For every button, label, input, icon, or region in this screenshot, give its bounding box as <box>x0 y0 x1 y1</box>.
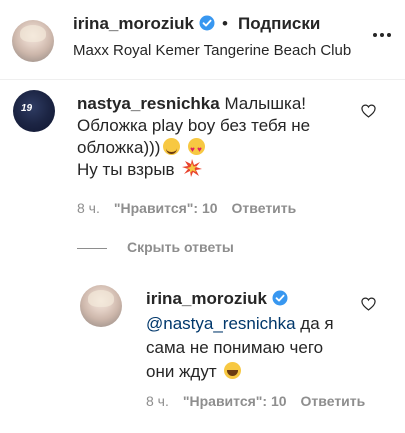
reply-username[interactable]: irina_moroziuk <box>146 289 288 309</box>
reply-time[interactable]: 8 ч. <box>146 393 169 409</box>
toggle-divider-line <box>77 248 107 249</box>
more-options-icon[interactable] <box>372 25 392 45</box>
reply-username-label[interactable]: irina_moroziuk <box>146 289 267 308</box>
header-username[interactable]: irina_moroziuk <box>73 14 215 34</box>
comment-meta: 8 ч. "Нравится": 10 Ответить <box>77 200 310 216</box>
verified-badge-icon <box>272 290 288 306</box>
reply-avatar[interactable] <box>80 285 122 327</box>
avatar-jersey-number: 19 <box>21 103 33 114</box>
reply-reply-button[interactable]: Ответить <box>301 393 366 409</box>
post-header: irina_moroziuk • Подписки Maxx Royal Kem… <box>0 0 405 80</box>
tears-of-joy-emoji-icon <box>224 362 242 379</box>
comment-avatar[interactable]: 19 <box>13 90 55 132</box>
smiling-blush-emoji-icon <box>163 138 181 155</box>
location-link[interactable]: Maxx Royal Kemer Tangerine Beach Club <box>73 42 351 59</box>
reply-line-3: они ждут <box>146 362 217 381</box>
reply-line-1: да я <box>295 314 334 333</box>
hide-replies-label[interactable]: Скрыть ответы <box>127 239 234 255</box>
verified-badge-icon <box>199 15 215 31</box>
reply-body: @nastya_resnichka да я сама не понимаю ч… <box>146 312 346 384</box>
comment-line-3: обложка))) <box>77 138 161 157</box>
mention-link[interactable]: @nastya_resnichka <box>146 314 296 333</box>
comment-body: nastya_resnichka Малышка! Обложка play b… <box>77 93 357 181</box>
collision-emoji-icon <box>182 159 203 177</box>
comment-time[interactable]: 8 ч. <box>77 200 100 216</box>
comment-line-4: Ну ты взрыв <box>77 160 175 179</box>
following-button[interactable]: Подписки <box>238 14 320 34</box>
avatar[interactable] <box>12 20 54 62</box>
reply-meta: 8 ч. "Нравится": 10 Ответить <box>146 393 379 409</box>
header-username-label[interactable]: irina_moroziuk <box>73 14 194 33</box>
comment-likes-count[interactable]: "Нравится": 10 <box>114 200 218 216</box>
like-heart-icon[interactable] <box>361 104 376 118</box>
heart-eyes-emoji-icon <box>188 138 206 161</box>
reply-line-2: сама не понимаю чего <box>146 338 324 357</box>
comment-reply-button[interactable]: Ответить <box>232 200 297 216</box>
comment-line-1: Малышка! <box>224 94 307 113</box>
comment-line-2: Обложка play boy без тебя не <box>77 116 311 135</box>
like-heart-icon[interactable] <box>361 297 376 311</box>
comment-username[interactable]: nastya_resnichka <box>77 94 220 113</box>
header-separator: • <box>222 14 228 33</box>
reply-likes-count[interactable]: "Нравится": 10 <box>183 393 287 409</box>
